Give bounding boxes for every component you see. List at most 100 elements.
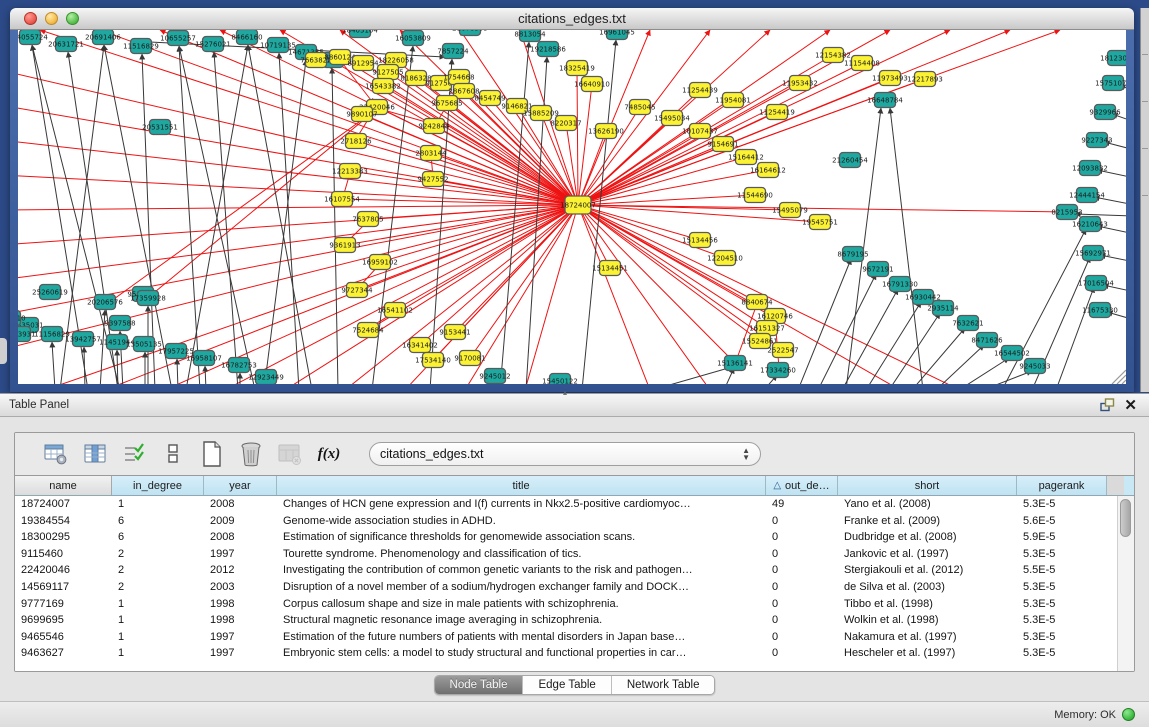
graph-node[interactable]: 7637805: [352, 212, 383, 227]
table-cell[interactable]: 5.3E-5: [1017, 612, 1107, 629]
graph-node[interactable]: 9170081: [454, 351, 485, 366]
graph-node[interactable]: 18325419: [559, 61, 595, 76]
table-cell[interactable]: Embryonic stem cells: a model to study s…: [277, 645, 766, 662]
graph-node[interactable]: 17534140: [415, 353, 451, 368]
graph-node[interactable]: 16640910: [574, 77, 610, 92]
graph-node[interactable]: 1754668: [443, 70, 474, 85]
table-cell[interactable]: 19384554: [15, 513, 112, 530]
table-cell[interactable]: 5.3E-5: [1017, 546, 1107, 563]
table-cell[interactable]: Structural magnetic resonance image aver…: [277, 612, 766, 629]
graph-node[interactable]: 9153441: [439, 325, 470, 340]
table-cell[interactable]: 1998: [204, 596, 277, 613]
graph-node[interactable]: 9227343: [1081, 133, 1112, 148]
graph-node[interactable]: 20631721: [48, 37, 84, 52]
table-cell[interactable]: 1: [112, 496, 204, 513]
graph-node[interactable]: 12213383: [332, 164, 368, 179]
table-cell[interactable]: Franke et al. (2009): [838, 513, 1017, 530]
table-cell[interactable]: 0: [766, 596, 838, 613]
table-cell[interactable]: de Silva et al. (2003): [838, 579, 1017, 596]
table-cell[interactable]: 9699695: [15, 612, 112, 629]
table-row[interactable]: 2242004622012Investigating the contribut…: [15, 562, 1134, 579]
graph-node[interactable]: 16959102: [362, 255, 398, 270]
table-cell[interactable]: 18300295: [15, 529, 112, 546]
graph-node[interactable]: 13626190: [588, 124, 624, 139]
graph-node[interactable]: 9245012: [479, 369, 510, 384]
collapsed-panel-strip[interactable]: [1140, 8, 1149, 392]
table-row[interactable]: 1938455462009Genome-wide association stu…: [15, 513, 1134, 530]
table-cell[interactable]: Dudbridge et al. (2008): [838, 529, 1017, 546]
table-cell[interactable]: Tourette syndrome. Phenomenology and cla…: [277, 546, 766, 563]
table-cell[interactable]: 5.3E-5: [1017, 579, 1107, 596]
graph-node[interactable]: 11544690: [737, 188, 773, 203]
graph-node[interactable]: 16053809: [395, 31, 431, 46]
graph-node[interactable]: 9675685: [431, 96, 462, 111]
graph-node[interactable]: 2718126: [340, 134, 372, 149]
graph-node[interactable]: 9329966: [1089, 105, 1121, 120]
graph-node[interactable]: 25260619: [32, 285, 68, 300]
table-selector-dropdown[interactable]: citations_edges.txt ▲▼: [369, 442, 761, 466]
table-cell[interactable]: 2: [112, 546, 204, 563]
table-row[interactable]: 911546021997Tourette syndrome. Phenomeno…: [15, 546, 1134, 563]
network-canvas[interactable]: 2405572420631721206914061151682910655257…: [18, 30, 1126, 384]
table-cell[interactable]: 2008: [204, 496, 277, 513]
table-cell[interactable]: 22420046: [15, 562, 112, 579]
graph-node[interactable]: 2522547: [767, 343, 798, 358]
table-cell[interactable]: 14569117: [15, 579, 112, 596]
graph-node[interactable]: 12444154: [1069, 188, 1105, 203]
close-window-icon[interactable]: [24, 12, 37, 25]
graph-node[interactable]: 16210643: [1072, 217, 1108, 232]
table-cell[interactable]: 2008: [204, 529, 277, 546]
table-cell[interactable]: 5.6E-5: [1017, 513, 1107, 530]
table-cell[interactable]: 49: [766, 496, 838, 513]
graph-node[interactable]: 20531551: [142, 120, 178, 135]
table-cell[interactable]: 0: [766, 612, 838, 629]
tab-node-table[interactable]: Node Table: [435, 676, 524, 694]
table-cell[interactable]: 1: [112, 629, 204, 646]
graph-node[interactable]: 7485045: [624, 100, 655, 115]
float-panel-icon[interactable]: [1096, 396, 1118, 414]
table-cell[interactable]: 6: [112, 529, 204, 546]
graph-node[interactable]: 7632621: [952, 316, 983, 331]
table-cell[interactable]: 9777169: [15, 596, 112, 613]
graph-node[interactable]: 9427552: [417, 172, 448, 187]
table-row[interactable]: 946362711997Embryonic stem cells: a mode…: [15, 645, 1134, 662]
graph-node[interactable]: 15495034: [654, 111, 690, 126]
vertical-scrollbar[interactable]: [1117, 496, 1134, 672]
graph-node[interactable]: 8813054: [514, 30, 546, 42]
graph-node[interactable]: 16164612: [750, 163, 786, 178]
graph-node[interactable]: 21078303: [452, 30, 488, 36]
graph-node[interactable]: 19218586: [530, 42, 566, 57]
table-cell[interactable]: Investigating the contribution of common…: [277, 562, 766, 579]
graph-node[interactable]: 15751074: [1095, 76, 1126, 91]
table-cell[interactable]: Estimation of significance thresholds fo…: [277, 529, 766, 546]
graph-node[interactable]: 12217893: [907, 72, 943, 87]
table-cell[interactable]: 2: [112, 562, 204, 579]
table-cell[interactable]: Changes of HCN gene expression and I(f) …: [277, 496, 766, 513]
table-cell[interactable]: Disruption of a novel member of a sodium…: [277, 579, 766, 596]
graph-node[interactable]: 13942757: [65, 332, 101, 347]
graph-node[interactable]: 8466160: [231, 30, 262, 45]
graph-node[interactable]: 19545751: [802, 215, 838, 230]
table-cell[interactable]: Stergiakouli et al. (2012): [838, 562, 1017, 579]
graph-node[interactable]: 9890107: [346, 107, 377, 122]
graph-node[interactable]: 9154691: [707, 137, 738, 152]
table-cell[interactable]: 18724007: [15, 496, 112, 513]
network-window-titlebar[interactable]: citations_edges.txt: [10, 8, 1134, 30]
table-cell[interactable]: 0: [766, 629, 838, 646]
table-cell[interactable]: Jankovic et al. (1997): [838, 546, 1017, 563]
table-row[interactable]: 946554611997Estimation of the future num…: [15, 629, 1134, 646]
table-cell[interactable]: 0: [766, 579, 838, 596]
table-cell[interactable]: 0: [766, 645, 838, 662]
graph-node[interactable]: 21260454: [832, 153, 868, 168]
table-cell[interactable]: Yano et al. (2008): [838, 496, 1017, 513]
graph-node[interactable]: 16961045: [599, 30, 635, 40]
table-cell[interactable]: 5.3E-5: [1017, 596, 1107, 613]
table-cell[interactable]: Genome-wide association studies in ADHD.: [277, 513, 766, 530]
table-cell[interactable]: 1: [112, 596, 204, 613]
graph-node[interactable]: 9727344: [341, 283, 373, 298]
table-cell[interactable]: 0: [766, 562, 838, 579]
resize-grip-icon[interactable]: [1122, 380, 1126, 384]
table-cell[interactable]: 0: [766, 513, 838, 530]
graph-node[interactable]: 24055724: [18, 30, 48, 45]
table-cell[interactable]: 0: [766, 546, 838, 563]
